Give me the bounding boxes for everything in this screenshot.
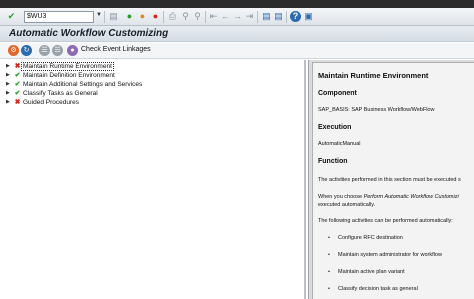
- find-icon[interactable]: ⚲: [180, 11, 191, 22]
- error-status-icon: ✖: [14, 99, 21, 106]
- event-linkage-icon[interactable]: ●: [67, 45, 78, 56]
- customizing-tree: ▶ ✖ Maintain Runtime Environment ▶ ✔ Maintai…: [0, 60, 306, 299]
- tree-node-label: Maintain Runtime Environment: [21, 62, 114, 71]
- doc-function-heading: Function: [318, 158, 348, 165]
- expand-arrow-icon[interactable]: ▶: [6, 89, 13, 98]
- toolbar-separator: [205, 11, 206, 23]
- command-history-dropdown-icon[interactable]: ▼: [96, 12, 102, 18]
- tree-node-label: Maintain Definition Environment: [23, 72, 115, 79]
- application-toolbar: ⚙ ↻ ☰ ☰ ● Check Event Linkages: [0, 43, 474, 59]
- enter-icon[interactable]: ✔: [6, 11, 17, 22]
- tree-node-maintain-additional-settings[interactable]: ▶ ✔ Maintain Additional Settings and Servi…: [6, 80, 143, 89]
- tree-node-label: Maintain Additional Settings and Service…: [23, 81, 143, 88]
- exit-icon[interactable]: ●: [137, 11, 148, 22]
- tree-node-maintain-definition-environment[interactable]: ▶ ✔ Maintain Definition Environment: [6, 71, 116, 80]
- documentation-content[interactable]: Maintain Runtime Environment Component S…: [312, 62, 474, 299]
- expand-arrow-icon[interactable]: ▶: [6, 98, 13, 107]
- last-page-icon[interactable]: ⇥: [244, 11, 255, 22]
- new-session-icon[interactable]: ▤: [261, 11, 272, 22]
- doc-component-value: SAP_BASIS: SAP Business Workflow/WebFlow: [318, 107, 435, 113]
- find-next-icon[interactable]: ⚲: [192, 11, 203, 22]
- doc-execution-heading: Execution: [318, 124, 352, 131]
- expand-arrow-icon[interactable]: ▶: [6, 80, 13, 89]
- doc-choose-italic: Perform Automatic Workflow Customizi: [363, 194, 459, 200]
- doc-title: Maintain Runtime Environment: [318, 71, 429, 80]
- check-event-linkages-button[interactable]: Check Event Linkages: [81, 46, 151, 53]
- doc-bullet-item: Maintain system administrator for workfl…: [328, 252, 442, 258]
- expand-all-icon[interactable]: ☰: [39, 45, 50, 56]
- check-status-icon: ✔: [14, 81, 21, 88]
- back-icon[interactable]: ●: [124, 11, 135, 22]
- toolbar-separator: [104, 11, 105, 23]
- customize-layout-icon[interactable]: ▣: [303, 11, 314, 22]
- tree-node-label: Guided Procedures: [23, 99, 80, 106]
- doc-execution-value: AutomaticManual: [318, 141, 361, 147]
- doc-bullet-item: Classify decision task as general: [328, 286, 418, 292]
- documentation-panel: Maintain Runtime Environment Component S…: [308, 60, 474, 299]
- doc-bullet-item: Maintain active plan variant: [328, 269, 405, 275]
- command-field[interactable]: $WU3: [24, 11, 94, 23]
- error-status-icon: ✖: [14, 63, 21, 70]
- configure-icon[interactable]: ↻: [21, 45, 32, 56]
- shortcut-icon[interactable]: ▤: [273, 11, 284, 22]
- system-toolbar: ✔ $WU3 ▼ ▤ ● ● ● ⎙ ⚲ ⚲ ⇤ ← → ⇥ ▤ ▤ ? ▣: [0, 8, 474, 26]
- check-status-icon: ✔: [14, 72, 21, 79]
- doc-choose-prefix: When you choose: [318, 194, 364, 200]
- window-top-strip: [0, 0, 474, 8]
- doc-following-text: The following activities can be performe…: [318, 218, 453, 224]
- doc-component-heading: Component: [318, 90, 357, 97]
- tree-node-classify-tasks[interactable]: ▶ ✔ Classify Tasks as General: [6, 89, 99, 98]
- toolbar-separator: [163, 11, 164, 23]
- cancel-icon[interactable]: ●: [150, 11, 161, 22]
- execute-icon[interactable]: ⚙: [8, 45, 19, 56]
- doc-choose-text: When you choose Perform Automatic Workfl…: [318, 194, 459, 200]
- previous-page-icon[interactable]: ←: [220, 11, 231, 22]
- toolbar-separator: [286, 11, 287, 23]
- tree-node-guided-procedures[interactable]: ▶ ✖ Guided Procedures: [6, 98, 80, 107]
- toolbar-separator: [257, 11, 258, 23]
- expand-arrow-icon[interactable]: ▶: [6, 62, 13, 71]
- doc-bullet-item: Configure RFC destination: [328, 235, 403, 241]
- page-title: Automatic Workflow Customizing: [9, 28, 169, 39]
- tree-node-maintain-runtime-environment[interactable]: ▶ ✖ Maintain Runtime Environment: [6, 62, 114, 71]
- expand-arrow-icon[interactable]: ▶: [6, 71, 13, 80]
- check-status-icon: ✔: [14, 90, 21, 97]
- print-icon[interactable]: ⎙: [167, 11, 178, 22]
- doc-function-text: The activities performed in this section…: [318, 177, 461, 183]
- tree-node-label: Classify Tasks as General: [23, 90, 98, 97]
- collapse-all-icon[interactable]: ☰: [52, 45, 63, 56]
- save-icon[interactable]: ▤: [108, 11, 119, 22]
- first-page-icon[interactable]: ⇤: [208, 11, 219, 22]
- help-icon[interactable]: ?: [290, 11, 301, 22]
- next-page-icon[interactable]: →: [232, 11, 243, 22]
- doc-executed-text: executed automatically.: [318, 202, 376, 208]
- title-bar: Automatic Workflow Customizing: [0, 26, 474, 42]
